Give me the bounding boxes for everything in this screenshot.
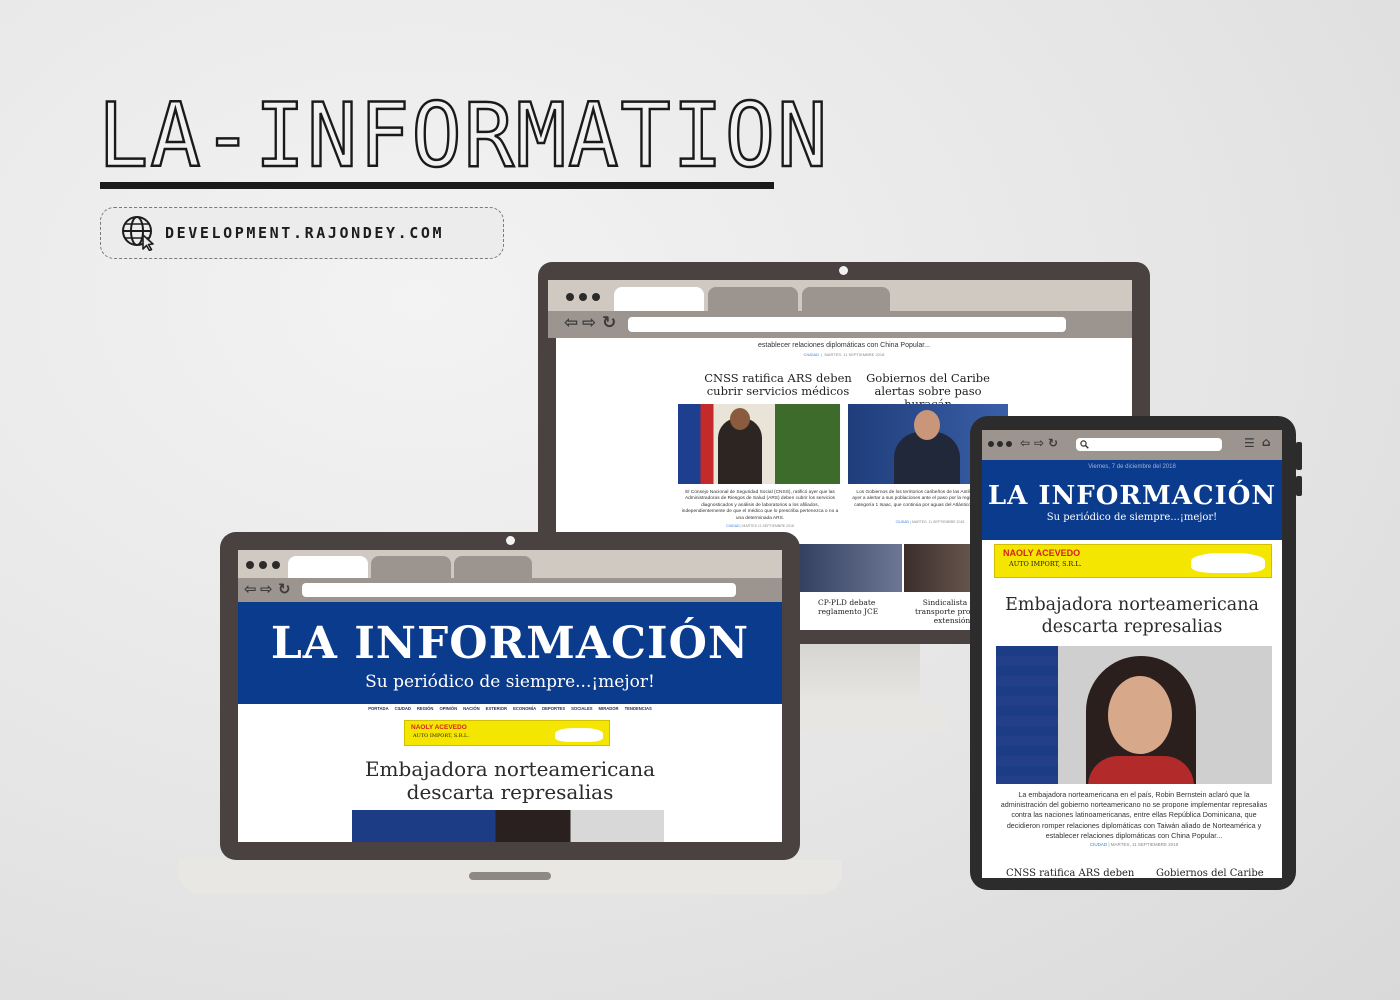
nav-item[interactable]: NACIÓN [463,706,480,716]
lead-photo[interactable] [996,646,1272,784]
story-headline[interactable]: CP-PLD debate reglamento JCE [818,598,908,616]
laptop-browser-chrome: ⇦ ⇨ ↻ [238,550,782,602]
site-url: DEVELOPMENT.RAJONDEY.COM [165,224,445,242]
browser-tab[interactable] [802,287,890,311]
nav-item[interactable]: MIRADOR [599,706,619,716]
nav-item[interactable]: OPINIÓN [439,706,457,716]
lead-excerpt: La embajadora norteamericana en el país,… [1000,790,1268,840]
hero-underline [100,182,774,189]
nav-item[interactable]: PORTADA [368,706,388,716]
story-headline[interactable]: CNSS ratifica ARS deben cubrir servicios… [694,372,862,398]
nav-item[interactable]: TENDENCIAS [625,706,652,716]
browser-navbar: ⇦ ⇨ ↻ [238,578,782,602]
car-image [1191,553,1265,573]
forward-arrow-icon[interactable]: ⇨ [582,313,596,333]
ad-banner[interactable]: NAOLY ACEVEDO AUTO IMPORT, S.R.L. [404,720,610,746]
nav-item[interactable]: CIUDAD [395,706,411,716]
masthead: Viernes, 7 de diciembre del 2018 LA INFO… [982,460,1282,540]
lead-story-excerpt-tail: establecer relaciones diplomáticas con C… [758,342,930,349]
monitor-stand-neck [790,640,920,700]
monitor-browser-chrome: ⇦ ⇨ ↻ [548,280,1132,338]
menu-icon[interactable]: ☰ [1244,436,1255,450]
site-logo[interactable]: LA INFORMACIÓN [982,470,1282,510]
browser-tab[interactable] [371,556,451,578]
ad-company: AUTO IMPORT, S.R.L. [1009,560,1082,568]
tablet-frame: ⇦ ⇨ ↻ ☰ ⌂ Viernes, 7 de diciembre del 20… [970,416,1302,890]
lead-headline[interactable]: Embajadora norteamericana descarta repre… [350,758,670,804]
story-headline[interactable]: Gobiernos del Caribe [1156,868,1264,878]
reload-icon[interactable]: ↻ [1048,436,1058,450]
lead-photo[interactable] [352,810,664,842]
car-image [555,728,603,742]
site-logo[interactable]: LA INFORMACIÓN [238,602,782,668]
url-pill[interactable]: DEVELOPMENT.RAJONDEY.COM [100,207,504,259]
lead-meta: CIUDAD | MARTES, 11 SEPTIEMBRE 2018 [1089,842,1179,847]
nav-item[interactable]: SOCIALES [571,706,592,716]
ad-company: AUTO IMPORT, S.R.L. [413,733,469,739]
window-dots [246,561,280,569]
site-tagline: Su periódico de siempre...¡mejor! [1046,512,1218,523]
tablet-browser-chrome: ⇦ ⇨ ↻ ☰ ⌂ [982,430,1282,460]
laptop-notch [469,872,551,880]
story-excerpt: El Consejo Nacional de Seguridad Social … [681,490,839,521]
address-bar[interactable] [628,317,1066,332]
laptop-camera [506,536,515,545]
masthead: LA INFORMACIÓN Su periódico de siempre..… [238,602,782,704]
site-date: Viernes, 7 de diciembre del 2018 [1088,464,1176,470]
browser-tab[interactable] [708,287,798,311]
forward-arrow-icon[interactable]: ⇨ [1034,436,1044,450]
story-headline[interactable]: CNSS ratifica ARS deben [1006,868,1134,878]
tablet-power-button [1296,442,1302,470]
back-arrow-icon[interactable]: ⇦ [564,313,578,333]
globe-cursor-icon [122,216,154,251]
back-arrow-icon[interactable]: ⇦ [244,580,257,598]
back-arrow-icon[interactable]: ⇦ [1020,436,1030,450]
address-bar[interactable] [1076,438,1222,451]
main-nav: PORTADA CIUDAD REGIÓN OPINIÓN NACIÓN EXT… [238,706,782,716]
story-meta: CIUDAD | MARTES 11 SEPTIEMBRE 2018 [726,524,794,528]
lead-headline[interactable]: Embajadora norteamericana descarta repre… [992,594,1272,638]
site-tagline: Su periódico de siempre...¡mejor! [365,672,655,692]
browser-navbar: ⇦ ⇨ ↻ [548,311,1132,338]
nav-item[interactable]: REGIÓN [417,706,434,716]
nav-item[interactable]: DEPORTES [542,706,565,716]
window-dots [988,441,1012,447]
browser-tab[interactable] [454,556,532,578]
monitor-camera [839,266,848,275]
ad-name: NAOLY ACEVEDO [411,724,467,731]
lead-story-meta: CIUDAD | MARTES, 11 SEPTIEMBRE 2018 [803,352,885,357]
home-icon[interactable]: ⌂ [1262,435,1271,449]
forward-arrow-icon[interactable]: ⇨ [260,580,273,598]
story-photo[interactable] [678,404,840,484]
hero-title: LA-INFORMATION [97,84,830,187]
address-bar[interactable] [302,583,736,597]
laptop-screen: LA INFORMACIÓN Su periódico de siempre..… [238,602,782,842]
ad-banner[interactable]: NAOLY ACEVEDO AUTO IMPORT, S.R.L. [994,544,1272,578]
reload-icon[interactable]: ↻ [602,313,616,333]
ad-name: NAOLY ACEVEDO [1003,548,1081,558]
browser-tab-active[interactable] [614,287,704,311]
browser-tab-active[interactable] [288,556,368,578]
nav-item[interactable]: EXTERIOR [486,706,507,716]
tablet-screen: Viernes, 7 de diciembre del 2018 LA INFO… [982,460,1282,878]
reload-icon[interactable]: ↻ [278,580,291,598]
search-icon [1080,440,1089,449]
laptop-frame: ⇦ ⇨ ↻ LA INFORMACIÓN Su periódico de sie… [220,532,800,860]
story-photo[interactable] [798,544,902,592]
nav-item[interactable]: ECONOMÍA [513,706,536,716]
window-dots [566,293,600,301]
tablet-volume-button [1296,476,1302,496]
